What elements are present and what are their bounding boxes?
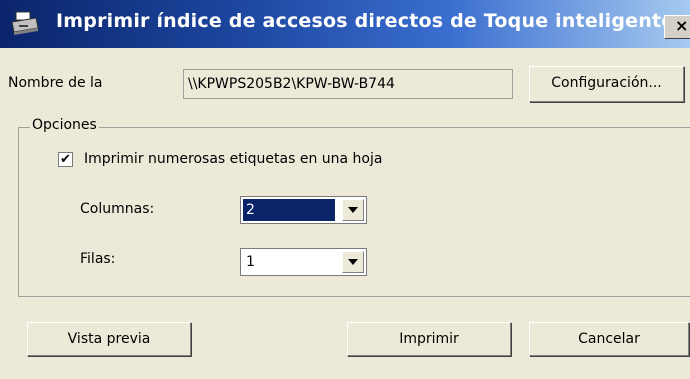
chevron-down-icon[interactable]: [342, 251, 364, 273]
chevron-down-icon[interactable]: [342, 199, 364, 221]
multiple-labels-label[interactable]: Imprimir numerosas etiquetas en una hoja: [84, 151, 382, 167]
printer-name-field: \\KPWPS205B2\KPW-BW-B744: [183, 69, 513, 99]
columns-select[interactable]: 2: [240, 196, 367, 224]
rows-select[interactable]: 1: [240, 248, 367, 276]
preview-button[interactable]: Vista previa: [27, 322, 191, 356]
printer-name-label: Nombre de la: [8, 75, 103, 91]
checkmark-icon: ✔: [60, 152, 71, 167]
print-button[interactable]: Imprimir: [347, 322, 511, 356]
columns-value: 2: [243, 199, 335, 221]
columns-label: Columnas:: [80, 201, 155, 217]
rows-label: Filas:: [80, 251, 116, 267]
close-icon: ×: [675, 16, 689, 35]
printer-icon: [11, 11, 39, 35]
options-group-label: Opciones: [30, 117, 99, 133]
configuration-button[interactable]: Configuración...: [529, 66, 684, 102]
close-button[interactable]: ×: [664, 15, 690, 39]
window-title: Imprimir índice de accesos directos de T…: [56, 10, 675, 32]
title-bar[interactable]: Imprimir índice de accesos directos de T…: [0, 0, 690, 48]
rows-value: 1: [246, 254, 255, 270]
multiple-labels-checkbox[interactable]: ✔: [58, 152, 73, 167]
cancel-button[interactable]: Cancelar: [529, 322, 689, 356]
